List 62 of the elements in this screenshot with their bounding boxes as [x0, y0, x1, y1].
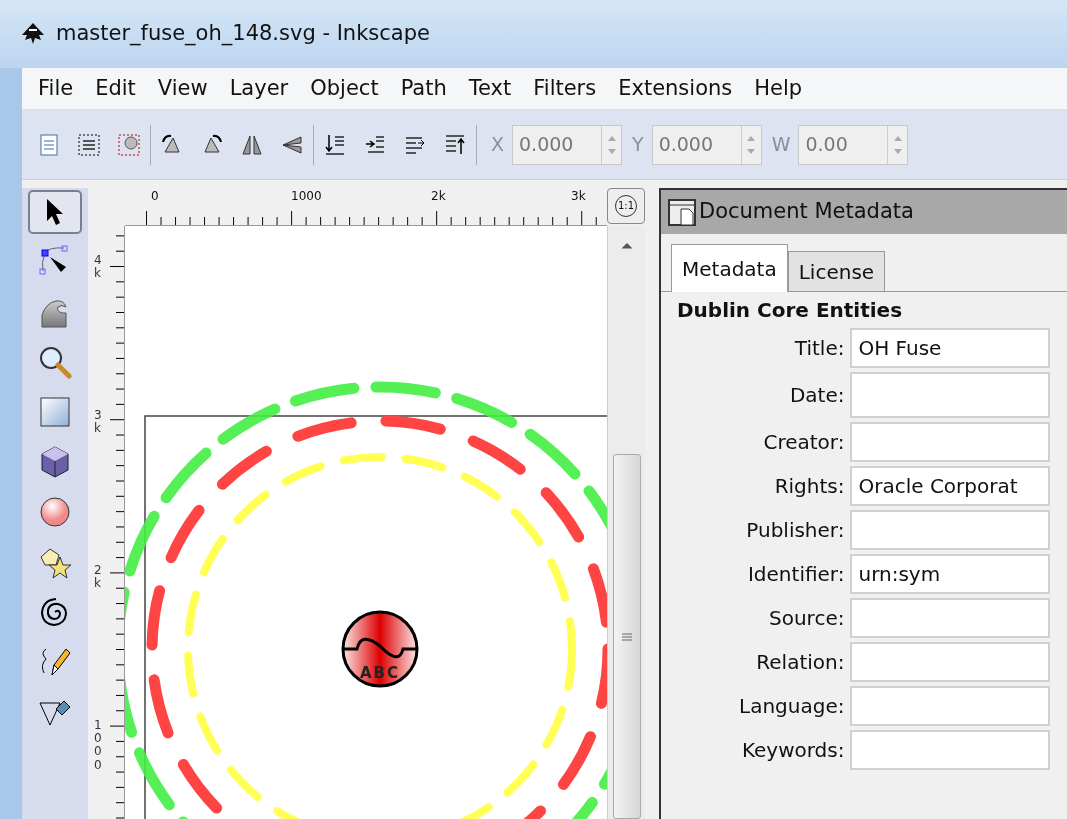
field-label: Relation:: [755, 649, 845, 676]
field-label: Identifier:: [746, 561, 845, 588]
field-label: Creator:: [762, 429, 845, 456]
field-label: Language:: [738, 693, 845, 720]
metadata-field[interactable]: [850, 510, 1051, 550]
menu-item[interactable]: Layer: [229, 72, 289, 105]
inkscape-logo-icon: [20, 22, 46, 46]
panel-tab[interactable]: Metadata: [671, 244, 788, 292]
field-label: Source:: [768, 605, 845, 632]
ruler-label: 4k: [94, 254, 103, 281]
ruler-label: 2k: [94, 564, 103, 591]
menu-item[interactable]: View: [157, 72, 208, 105]
circle-icon: [38, 495, 72, 529]
field-label: Date:: [788, 382, 845, 409]
coordinate-label: W: [771, 132, 791, 158]
metadata-field[interactable]: Oracle Corporat: [850, 466, 1051, 506]
vertical-scrollbar[interactable]: [607, 226, 645, 819]
ruler-label: 3k: [94, 409, 103, 436]
fuse-symbol: ABC: [341, 610, 419, 688]
coordinate-label: Y: [632, 132, 644, 158]
ruler-label: 0: [151, 190, 159, 202]
ruler-label: 2k: [431, 190, 446, 202]
menu-item[interactable]: Text: [468, 72, 512, 105]
menu-item[interactable]: Filters: [533, 72, 597, 105]
magnifier-icon: [38, 345, 72, 379]
coordinate-label: X: [491, 132, 505, 158]
menu-item[interactable]: Path: [400, 72, 447, 105]
cube-icon: [38, 445, 72, 479]
rectangle-icon: [38, 395, 72, 429]
menu-item[interactable]: Object: [310, 72, 379, 105]
panel-tab[interactable]: License: [787, 251, 886, 291]
field-label: Publisher:: [745, 517, 845, 544]
metadata-field[interactable]: [850, 372, 1051, 418]
field-label: Rights:: [773, 473, 845, 500]
metadata-field[interactable]: [850, 730, 1051, 770]
metadata-field[interactable]: OH Fuse: [850, 328, 1051, 368]
menu-item[interactable]: Extensions: [618, 72, 733, 105]
field-label: Title:: [793, 335, 845, 362]
drawing-canvas[interactable]: ABC: [125, 226, 607, 819]
menu-item[interactable]: Help: [754, 72, 803, 105]
ruler-label: 1000: [291, 190, 322, 202]
menu-item[interactable]: Edit: [95, 72, 136, 105]
field-label: Keywords:: [740, 737, 845, 764]
tool-button[interactable]: [28, 190, 82, 234]
window-title: master_fuse_oh_148.svg - Inkscape: [56, 20, 430, 48]
scrollbar-thumb[interactable]: [612, 454, 641, 819]
scroll-up-icon[interactable]: [619, 242, 634, 250]
layers-icon[interactable]: [76, 131, 102, 158]
metadata-field[interactable]: [850, 642, 1051, 682]
zoom-one-to-one-button[interactable]: 1:1: [607, 188, 645, 224]
metadata-field[interactable]: [850, 686, 1051, 726]
ruler-label: 3k: [571, 190, 586, 202]
grip-icon: [620, 630, 633, 643]
document-window-icon: [667, 197, 697, 227]
metadata-field[interactable]: [850, 422, 1051, 462]
drawing-page-icon[interactable]: [116, 131, 142, 158]
menu-item[interactable]: File: [38, 72, 74, 105]
metadata-field[interactable]: urn:sym: [850, 554, 1051, 594]
section-heading: Dublin Core Entities: [677, 297, 904, 324]
ruler-label: 1000: [94, 719, 103, 772]
panel-title: Document Metadata: [699, 198, 914, 226]
metadata-field[interactable]: [850, 598, 1051, 638]
